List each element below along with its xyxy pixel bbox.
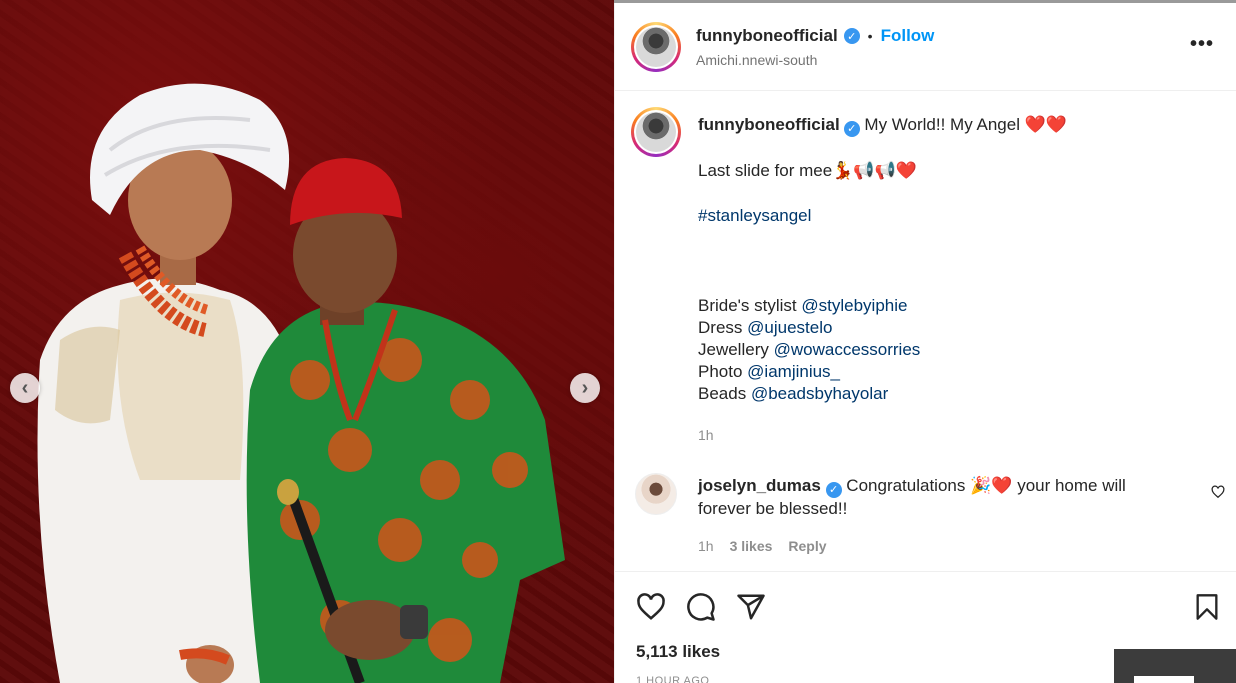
commenter-avatar[interactable] bbox=[635, 473, 677, 515]
credit-handle-link[interactable]: @stylebyiphie bbox=[801, 296, 907, 315]
reply-button[interactable]: Reply bbox=[788, 538, 826, 554]
comment-bubble-icon[interactable] bbox=[686, 592, 716, 622]
dancer-megaphone-emoji: 💃📢📢❤️ bbox=[832, 161, 917, 180]
credit-handle-link[interactable]: @wowaccessorries bbox=[774, 340, 921, 359]
verified-badge-icon: ✓ bbox=[843, 28, 860, 44]
credit-handle-link[interactable]: @beadsbyhayolar bbox=[751, 384, 888, 403]
post-likes-count[interactable]: 5,113 likes bbox=[636, 642, 720, 662]
credit-handle-link[interactable]: @iamjinius_ bbox=[747, 362, 840, 381]
credit-label: Jewellery bbox=[698, 340, 769, 359]
author-avatar[interactable] bbox=[631, 22, 681, 72]
verified-badge-icon: ✓ bbox=[825, 482, 842, 498]
caption-line-2: Last slide for mee bbox=[698, 161, 833, 180]
verified-badge-icon: ✓ bbox=[843, 121, 860, 137]
caption-timestamp[interactable]: 1h bbox=[698, 424, 1218, 446]
caption-author-avatar[interactable] bbox=[631, 107, 681, 157]
couple-photo bbox=[37, 83, 565, 683]
author-username[interactable]: funnyboneofficial bbox=[696, 26, 838, 46]
party-heart-emoji: 🎉❤️ bbox=[970, 476, 1013, 495]
credit-label: Bride's stylist bbox=[698, 296, 797, 315]
post-location[interactable]: Amichi.nnewi-south bbox=[696, 52, 817, 68]
separator-dot: • bbox=[867, 28, 873, 44]
commenter-username[interactable]: joselyn_dumas bbox=[698, 476, 821, 495]
like-heart-icon[interactable] bbox=[636, 592, 666, 622]
post-media-image[interactable]: ‹ › bbox=[0, 0, 614, 683]
comment-like-heart-icon[interactable] bbox=[1211, 485, 1225, 499]
credit-label: Photo bbox=[698, 362, 743, 381]
post-actions-bar: 5,113 likes 1 HOUR AGO bbox=[615, 571, 1236, 683]
comment-likes-count[interactable]: 3 likes bbox=[730, 538, 773, 554]
follow-button[interactable]: Follow bbox=[881, 26, 935, 46]
share-paper-plane-icon[interactable] bbox=[736, 592, 766, 622]
carousel-prev-button[interactable]: ‹ bbox=[10, 373, 40, 403]
post-time-ago[interactable]: 1 HOUR AGO bbox=[636, 675, 709, 683]
credit-handle-link[interactable]: @ujuestelo bbox=[747, 318, 832, 337]
hashtag-link[interactable]: #stanleysangel bbox=[698, 205, 1218, 227]
caption-author-username[interactable]: funnyboneofficial bbox=[698, 115, 840, 134]
post-header: funnyboneofficial ✓ • Follow Amichi.nnew… bbox=[615, 3, 1236, 91]
credit-label: Beads bbox=[698, 384, 747, 403]
save-bookmark-icon[interactable] bbox=[1193, 592, 1221, 622]
chevron-left-icon: ‹ bbox=[21, 376, 29, 399]
chevron-right-icon: › bbox=[581, 376, 589, 399]
post-details-panel: funnyboneofficial ✓ • Follow Amichi.nnew… bbox=[614, 3, 1236, 683]
more-options-icon[interactable]: ••• bbox=[1190, 33, 1214, 56]
heart-emoji: ❤️❤️ bbox=[1024, 115, 1068, 134]
caption-headline: My World!! My Angel bbox=[864, 115, 1020, 134]
credit-label: Dress bbox=[698, 318, 743, 337]
comment-timestamp[interactable]: 1h bbox=[698, 538, 714, 554]
comment-text-start: Congratulations bbox=[846, 476, 966, 495]
overlay-corner-element bbox=[1114, 649, 1236, 683]
carousel-next-button[interactable]: › bbox=[570, 373, 600, 403]
